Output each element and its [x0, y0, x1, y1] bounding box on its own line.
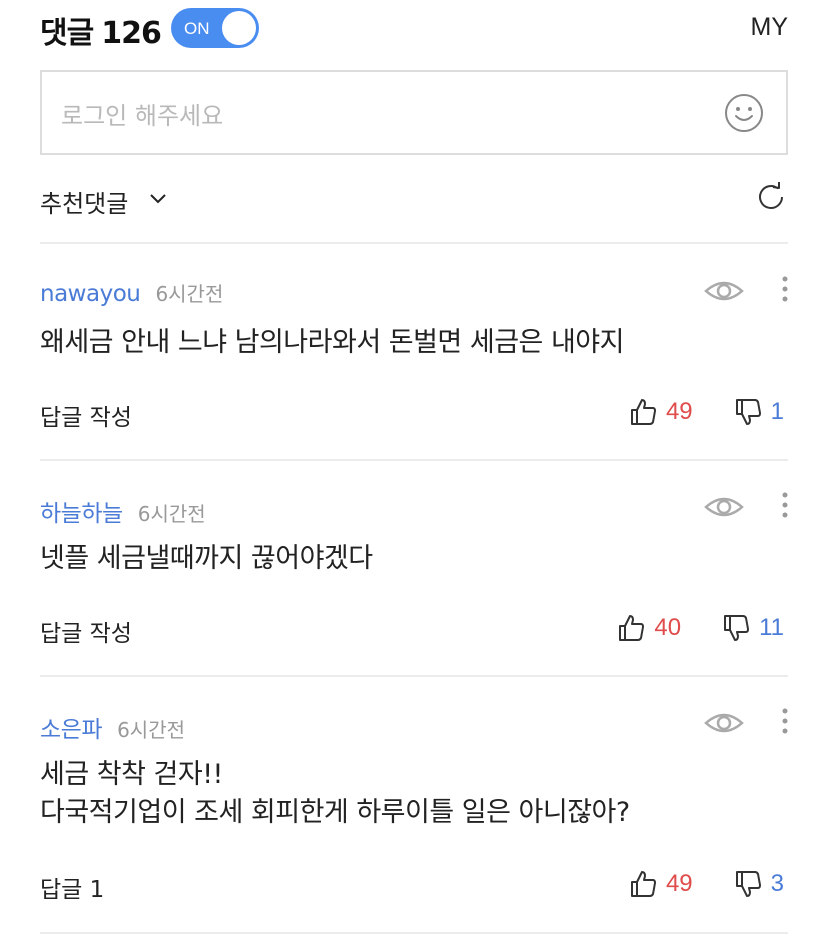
divider	[40, 675, 788, 677]
comment-text-line: 넷플 세금낼때까지 끊어야겠다	[40, 543, 373, 574]
like-count: 40	[654, 614, 682, 641]
thumbs-down-icon	[735, 399, 761, 425]
reply-button[interactable]: 답글 작성	[40, 398, 132, 432]
comment-item: 소은파 6시간전 세금 착착 걷자!! 다국적기업이 조세 회피한게 하루이틀 …	[40, 708, 788, 910]
vote-group: 49 1	[628, 395, 784, 429]
comments-title: 댓글 126	[40, 8, 162, 52]
more-options-icon[interactable]	[778, 274, 792, 308]
reply-button[interactable]: 답글 작성	[40, 614, 132, 648]
comment-item: 하늘하늘 6시간전 넷플 세금낼때까지 끊어야겠다 답글 작성 40 11	[40, 492, 788, 654]
smiley-icon[interactable]	[724, 93, 764, 133]
comment-meta: 소은파 6시간전	[40, 710, 186, 743]
comment-meta: nawayou 6시간전	[40, 278, 223, 308]
comment-body: 왜세금 안내 느냐 남의나라와서 돈벌면 세금은 내야지	[40, 324, 624, 362]
dislike-count: 11	[759, 614, 784, 641]
thumbs-down-icon	[735, 871, 761, 897]
refresh-icon[interactable]	[754, 180, 788, 214]
reply-button[interactable]: 답글 1	[40, 870, 104, 904]
comment-author[interactable]: 소은파	[40, 717, 102, 743]
comment-text-line: 세금 착착 걷자!!	[40, 759, 223, 790]
comment-body: 세금 착착 걷자!! 다국적기업이 조세 회피한게 하루이틀 일은 아니잖아?	[40, 756, 630, 832]
comments-toggle[interactable]: ON	[171, 8, 259, 48]
thumbs-down-icon	[724, 615, 750, 641]
toggle-knob	[222, 11, 256, 45]
dislike-button[interactable]: 1	[733, 397, 784, 427]
comments-header: 댓글 126 ON MY	[40, 6, 789, 52]
comment-author[interactable]: nawayou	[40, 281, 141, 307]
comment-meta: 하늘하늘 6시간전	[40, 494, 206, 527]
comment-text-line: 다국적기업이 조세 회피한게 하루이틀 일은 아니잖아?	[40, 797, 630, 828]
dislike-count: 3	[770, 870, 784, 897]
more-options-icon[interactable]	[778, 706, 792, 740]
comment-text-line: 왜세금 안내 느냐 남의나라와서 돈벌면 세금은 내야지	[40, 327, 624, 358]
eye-icon[interactable]	[704, 492, 744, 522]
comment-time: 6시간전	[155, 282, 224, 306]
comment-input-placeholder: 로그인 해주세요	[61, 102, 224, 130]
divider	[40, 932, 788, 934]
eye-icon[interactable]	[704, 276, 744, 306]
comment-time: 6시간전	[117, 718, 186, 742]
divider	[40, 459, 788, 461]
comments-title-label: 댓글	[40, 16, 94, 51]
toggle-label: ON	[184, 19, 210, 38]
vote-group: 49 3	[628, 867, 784, 901]
chevron-down-icon[interactable]	[148, 188, 168, 208]
divider	[40, 242, 788, 244]
thumbs-up-icon	[630, 871, 656, 897]
more-options-icon[interactable]	[778, 490, 792, 524]
comment-time: 6시간전	[137, 502, 206, 526]
vote-group: 40 11	[616, 611, 784, 645]
like-count: 49	[665, 870, 693, 897]
my-button[interactable]: MY	[751, 13, 789, 42]
sort-bar: 추천댓글	[40, 176, 788, 220]
sort-dropdown[interactable]: 추천댓글	[40, 184, 128, 219]
thumbs-up-icon	[630, 399, 656, 425]
dislike-count: 1	[770, 398, 784, 425]
comment-body: 넷플 세금낼때까지 끊어야겠다	[40, 540, 373, 578]
eye-icon[interactable]	[704, 708, 744, 738]
thumbs-up-icon	[619, 615, 645, 641]
comment-input[interactable]: 로그인 해주세요	[40, 70, 788, 155]
like-count: 49	[665, 398, 693, 425]
dislike-button[interactable]: 11	[721, 613, 784, 643]
like-button[interactable]: 49	[628, 397, 693, 427]
comment-item: nawayou 6시간전 왜세금 안내 느냐 남의나라와서 돈벌면 세금은 내야…	[40, 276, 788, 438]
comment-author[interactable]: 하늘하늘	[40, 501, 123, 527]
like-button[interactable]: 40	[616, 613, 681, 643]
comments-count: 126	[101, 16, 162, 51]
like-button[interactable]: 49	[628, 869, 693, 899]
dislike-button[interactable]: 3	[733, 869, 784, 899]
